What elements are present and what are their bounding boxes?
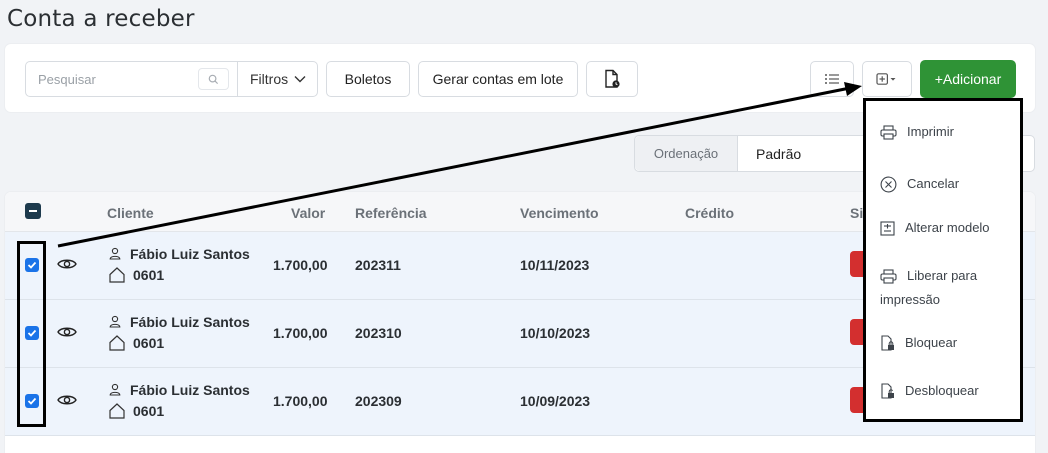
cell-referencia: 202310 — [355, 325, 402, 341]
more-actions-button[interactable] — [862, 61, 912, 97]
user-icon — [109, 383, 121, 396]
user-icon — [109, 247, 121, 260]
menu-item-label: Bloquear — [905, 335, 958, 350]
column-vencimento[interactable]: Vencimento — [520, 205, 599, 221]
menu-item-label: Cancelar — [907, 176, 960, 191]
document-clock-icon — [605, 69, 620, 88]
cell-vencimento: 10/10/2023 — [520, 325, 591, 341]
menu-item-label: Desbloquear — [905, 383, 979, 398]
cancel-circle-icon — [880, 176, 897, 193]
menu-item-imprimir[interactable]: Imprimir — [880, 120, 954, 144]
eye-icon[interactable] — [57, 393, 77, 407]
chevron-down-icon — [294, 76, 306, 83]
list-view-button[interactable] — [810, 61, 854, 97]
client-unit: 0601 — [133, 403, 165, 419]
actions-dropdown-menu: Imprimir Cancelar Alterar modelo Liberar… — [863, 98, 1023, 422]
file-lock-icon — [881, 335, 894, 351]
search-button[interactable] — [198, 68, 229, 90]
column-valor[interactable]: Valor — [291, 205, 325, 221]
printer-release-icon — [880, 269, 897, 284]
document-options-button[interactable] — [586, 61, 638, 97]
menu-item-cancelar[interactable]: Cancelar — [880, 172, 959, 196]
annotation-highlight-box — [17, 241, 46, 427]
client-unit: 0601 — [133, 335, 165, 351]
sort-label: Ordenação — [635, 136, 738, 171]
search-icon — [208, 74, 219, 84]
eye-icon[interactable] — [57, 325, 77, 339]
page-title: Conta a receber — [7, 6, 195, 32]
column-cliente[interactable]: Cliente — [107, 205, 154, 221]
cell-valor: 1.700,00 — [273, 393, 328, 409]
cell-valor: 1.700,00 — [273, 257, 328, 273]
menu-item-label: Alterar modelo — [905, 220, 990, 235]
printer-icon — [880, 125, 897, 140]
client-name: Fábio Luiz Santos — [130, 314, 250, 330]
add-button[interactable]: +Adicionar — [920, 60, 1016, 98]
user-icon — [109, 315, 121, 328]
search-group: Filtros — [25, 61, 318, 97]
menu-item-bloquear[interactable]: Bloquear — [880, 331, 957, 355]
eye-icon[interactable] — [57, 257, 77, 271]
plus-square-icon — [876, 73, 896, 85]
boletos-button[interactable]: Boletos — [326, 61, 410, 97]
house-icon — [109, 403, 125, 419]
menu-item-liberar-impressao[interactable]: Liberar para impressão — [880, 264, 977, 312]
house-icon — [109, 335, 125, 351]
sort-value[interactable]: Padrão — [738, 136, 801, 171]
menu-item-label: Liberar para — [907, 268, 978, 283]
client-name: Fábio Luiz Santos — [130, 246, 250, 262]
batch-generate-button[interactable]: Gerar contas em lote — [418, 61, 578, 97]
client-unit: 0601 — [133, 267, 165, 283]
column-credito[interactable]: Crédito — [685, 205, 734, 221]
menu-item-desbloquear[interactable]: Desbloquear — [880, 379, 979, 403]
cell-valor: 1.700,00 — [273, 325, 328, 341]
column-referencia[interactable]: Referência — [355, 205, 427, 221]
menu-item-alterar-modelo[interactable]: Alterar modelo — [880, 216, 990, 240]
list-icon — [825, 74, 839, 84]
filters-dropdown[interactable]: Filtros — [237, 62, 318, 96]
menu-item-label: Imprimir — [907, 124, 954, 139]
cell-vencimento: 10/11/2023 — [520, 257, 590, 273]
filters-label: Filtros — [250, 71, 289, 87]
house-icon — [109, 267, 125, 283]
file-unlock-icon — [881, 383, 894, 399]
menu-item-label-line2: impressão — [880, 292, 940, 307]
cell-referencia: 202311 — [355, 257, 401, 273]
edit-model-icon — [880, 221, 895, 236]
cell-referencia: 202309 — [355, 393, 402, 409]
select-all-checkbox[interactable] — [25, 203, 41, 219]
cell-vencimento: 10/09/2023 — [520, 393, 591, 409]
client-name: Fábio Luiz Santos — [130, 382, 250, 398]
column-situacao[interactable]: Si — [850, 205, 863, 221]
